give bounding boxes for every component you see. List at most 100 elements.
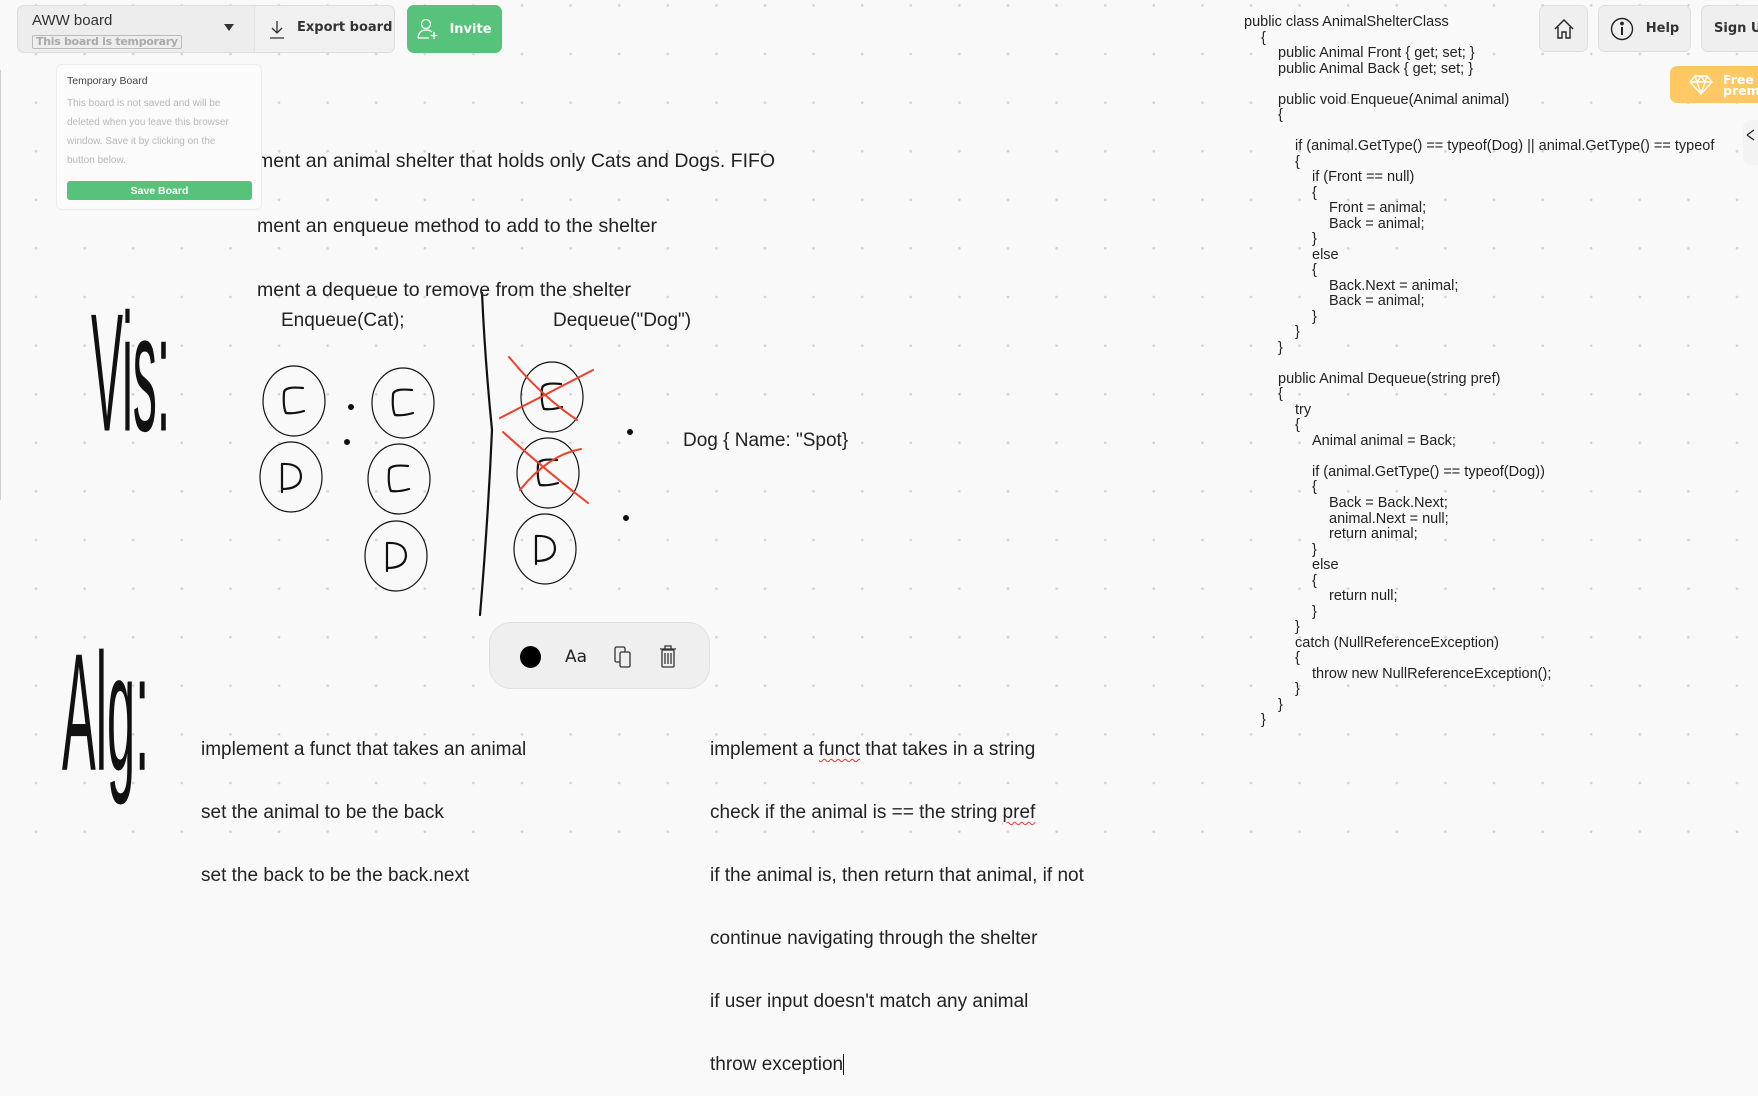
letter-c-stroke [387, 464, 411, 493]
panel-body-line: window. Save it by clicking on the [67, 136, 216, 147]
temporary-badge: This board is temporary [32, 35, 182, 49]
code-line: if (animal.GetType() == typeof(Dog)) [1312, 463, 1545, 480]
save-board-button[interactable]: Save Board [67, 181, 252, 200]
algo-left-text[interactable]: implement a funct that takes an animal s… [201, 697, 526, 907]
queue-node-circle [371, 367, 435, 439]
sign-up-label: Sign Up [1714, 21, 1758, 36]
code-line: } [1295, 619, 1300, 636]
code-line: public Animal Dequeue(string pref) [1278, 370, 1501, 387]
add-user-icon [417, 18, 438, 39]
code-line: } [1312, 231, 1317, 248]
code-line: Back = Back.Next; [1329, 494, 1448, 511]
trash-icon[interactable] [659, 644, 677, 669]
queue-node-circle [520, 361, 584, 433]
code-line: public Animal Back { get; set; } [1278, 60, 1474, 77]
duplicate-icon[interactable] [614, 645, 632, 669]
queue-node-circle [259, 441, 323, 513]
download-icon [270, 21, 284, 39]
code-line: Back = animal; [1329, 215, 1425, 232]
code-line: if (animal.GetType() == typeof(Dog) || a… [1295, 138, 1715, 155]
algo-line: throw exception [710, 1054, 1084, 1075]
code-line: { [1312, 572, 1317, 589]
algo-line: set the animal to be the back [201, 802, 444, 823]
export-label: Export board [297, 20, 393, 35]
divider-stroke [478, 291, 494, 617]
side-panel-toggle[interactable] [1743, 120, 1758, 165]
code-line: { [1278, 107, 1283, 124]
code-line: { [1295, 650, 1300, 667]
algo-line-text: throw exception [710, 1054, 844, 1075]
help-button[interactable]: Help [1598, 5, 1691, 52]
queue-node-circle [513, 513, 577, 585]
letter-d-stroke [534, 534, 557, 566]
diamond-icon [1689, 75, 1713, 95]
dog-label[interactable]: Dog { Name: "Spot} [683, 430, 848, 452]
letter-c-stroke [391, 388, 415, 417]
code-text-block[interactable]: public class AnimalShelterClass{public A… [1244, 14, 1715, 729]
dot [344, 439, 350, 445]
code-line: } [1312, 308, 1317, 325]
code-line: try [1295, 401, 1312, 418]
handwriting-vis[interactable]: Vis: [91, 292, 170, 462]
dequeue-label[interactable]: Dequeue("Dog") [553, 310, 691, 332]
code-line: animal.Next = null; [1329, 510, 1449, 527]
board-header: AWW board This board is temporary Export… [17, 5, 395, 53]
code-line: { [1295, 153, 1300, 170]
help-label: Help [1645, 21, 1680, 36]
panel-title: Temporary Board [67, 75, 148, 87]
home-button[interactable] [1539, 5, 1588, 52]
chevron-down-icon [224, 24, 234, 31]
algo-line: implement a funct that takes an animal [201, 739, 527, 760]
dot [623, 515, 629, 521]
code-line: throw new NullReferenceException(); [1312, 665, 1552, 682]
text-cursor [843, 1054, 845, 1075]
code-line: Front = animal; [1329, 200, 1427, 217]
queue-node-circle [262, 365, 326, 437]
algo-right-text[interactable]: implement a funct that takes in a string… [710, 697, 1084, 1096]
code-line: { [1312, 479, 1317, 496]
code-line: if (Front == null) [1312, 169, 1415, 186]
code-line: else [1312, 557, 1339, 574]
premium-line2: premi [1723, 83, 1758, 98]
color-picker-button[interactable] [520, 646, 541, 668]
algo-line: if user input doesn't match any animal [710, 991, 1029, 1012]
handwriting-alg[interactable]: Alg: [62, 631, 149, 800]
code-line: { [1312, 262, 1317, 279]
queue-node-circle [364, 520, 428, 592]
queue-node-circle [367, 443, 431, 515]
enqueue-label[interactable]: Enqueue(Cat); [281, 310, 405, 332]
board-selector[interactable]: AWW board This board is temporary [18, 6, 254, 52]
code-line: { [1295, 417, 1300, 434]
code-line: public void Enqueue(Animal animal) [1278, 91, 1510, 108]
font-size-button[interactable]: Aa [565, 647, 587, 667]
queue-node-circle [516, 437, 580, 509]
board-name: AWW board [32, 12, 113, 29]
code-line: { [1312, 184, 1317, 201]
spellcheck-word[interactable]: funct [819, 739, 860, 760]
spellcheck-word[interactable]: pref [1003, 802, 1036, 823]
text-format-toolbar: Aa [489, 622, 710, 689]
premium-banner[interactable]: Free 1 premi [1670, 66, 1758, 103]
export-board-button[interactable]: Export board [254, 6, 394, 52]
panel-body-line: deleted when you leave this browser [67, 117, 229, 128]
invite-label: Invite [449, 21, 492, 37]
intro-text[interactable]: ment an animal shelter that holds only C… [257, 108, 775, 323]
strike-line [502, 431, 589, 504]
sign-up-button[interactable]: Sign Up [1701, 5, 1758, 52]
letter-d-stroke [385, 541, 408, 573]
code-line: catch (NullReferenceException) [1295, 634, 1499, 651]
code-line: } [1278, 339, 1283, 356]
letter-d-stroke [280, 462, 303, 494]
code-line: } [1295, 324, 1300, 341]
code-line: } [1278, 696, 1283, 713]
home-icon [1554, 18, 1573, 39]
code-line: else [1312, 246, 1339, 263]
algo-line: set the back to be the back.next [201, 865, 470, 886]
info-icon [1610, 17, 1633, 40]
code-line: } [1312, 603, 1317, 620]
code-line: { [1278, 386, 1283, 403]
invite-button[interactable]: Invite [407, 5, 502, 53]
dot [627, 429, 633, 435]
